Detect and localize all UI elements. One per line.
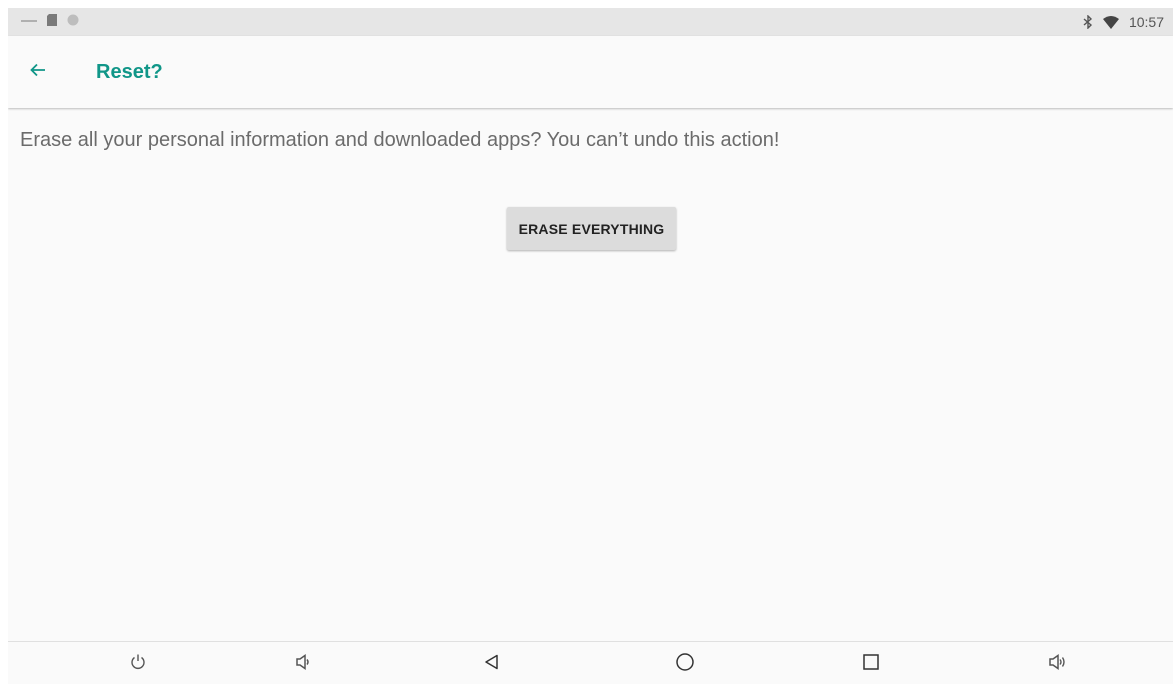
erase-everything-button[interactable]: ERASE EVERYTHING bbox=[507, 207, 676, 250]
status-bar: 10:57 bbox=[8, 8, 1173, 36]
power-icon bbox=[129, 653, 147, 676]
reset-warning-text: Erase all your personal information and … bbox=[20, 129, 780, 151]
back-button[interactable] bbox=[14, 48, 62, 96]
circle-icon bbox=[66, 13, 80, 32]
home-button[interactable] bbox=[671, 650, 699, 678]
volume-up-button[interactable] bbox=[1044, 650, 1072, 678]
minus-icon bbox=[20, 13, 38, 31]
app-bar: Reset? bbox=[8, 36, 1173, 108]
device-screen: 10:57 Reset? Erase all your personal inf… bbox=[8, 8, 1173, 684]
back-nav-button[interactable] bbox=[478, 650, 506, 678]
volume-down-button[interactable] bbox=[289, 650, 317, 678]
page-title: Reset? bbox=[96, 60, 163, 83]
status-system: 10:57 bbox=[1083, 14, 1164, 30]
arrow-back-icon bbox=[30, 63, 46, 82]
volume-down-icon bbox=[294, 653, 312, 676]
volume-up-icon bbox=[1048, 653, 1068, 676]
sd-card-icon bbox=[46, 13, 58, 32]
back-triangle-icon bbox=[483, 653, 501, 676]
wifi-icon bbox=[1102, 15, 1119, 29]
recents-square-icon bbox=[862, 653, 880, 676]
status-time: 10:57 bbox=[1128, 14, 1164, 30]
navigation-bar bbox=[8, 641, 1173, 684]
status-notifications bbox=[20, 13, 80, 32]
power-button[interactable] bbox=[124, 650, 152, 678]
home-circle-icon bbox=[675, 652, 695, 677]
recents-button[interactable] bbox=[857, 650, 885, 678]
bluetooth-icon bbox=[1083, 15, 1093, 29]
